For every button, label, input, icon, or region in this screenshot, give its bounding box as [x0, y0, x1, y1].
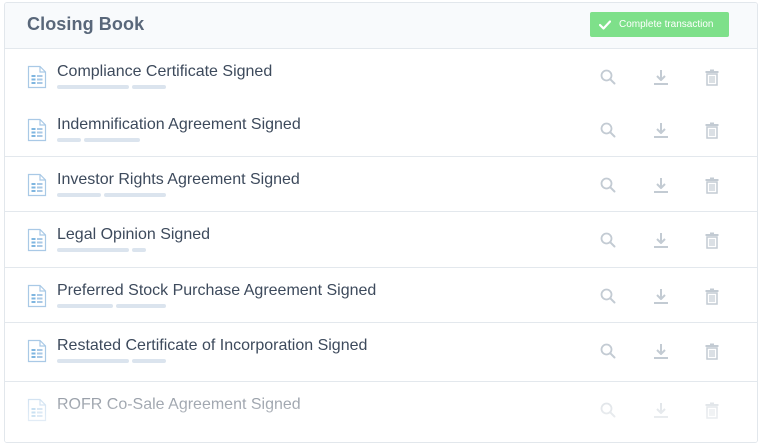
trash-icon[interactable] [702, 341, 722, 361]
document-icon [27, 398, 47, 427]
trash-icon[interactable] [702, 67, 722, 87]
preview-search-icon[interactable] [598, 230, 618, 250]
document-meta-placeholder [57, 85, 166, 89]
download-icon[interactable] [651, 286, 671, 306]
download-icon[interactable] [651, 120, 671, 140]
document-name[interactable]: Legal Opinion Signed [57, 226, 210, 244]
document-row[interactable]: Legal Opinion Signed [5, 213, 757, 268]
download-icon[interactable] [651, 400, 671, 420]
complete-transaction-button[interactable]: Complete transaction [590, 12, 729, 37]
document-row[interactable]: Compliance Certificate Signed [5, 50, 757, 104]
document-row[interactable]: ROFR Co-Sale Agreement Signed [5, 383, 757, 442]
document-icon [27, 228, 47, 257]
document-meta-placeholder [57, 248, 146, 252]
document-icon [27, 65, 47, 94]
document-name[interactable]: Preferred Stock Purchase Agreement Signe… [57, 282, 376, 300]
preview-search-icon[interactable] [598, 120, 618, 140]
trash-icon[interactable] [702, 120, 722, 140]
download-icon[interactable] [651, 175, 671, 195]
download-icon[interactable] [651, 341, 671, 361]
document-meta-placeholder [57, 193, 166, 197]
document-name[interactable]: Restated Certificate of Incorporation Si… [57, 337, 367, 355]
document-icon [27, 118, 47, 147]
document-meta-placeholder [57, 138, 140, 142]
preview-search-icon[interactable] [598, 286, 618, 306]
document-name[interactable]: Investor Rights Agreement Signed [57, 171, 300, 189]
preview-search-icon[interactable] [598, 400, 618, 420]
check-icon [599, 19, 611, 30]
trash-icon[interactable] [702, 230, 722, 250]
document-name[interactable]: Compliance Certificate Signed [57, 63, 272, 81]
document-row[interactable]: Preferred Stock Purchase Agreement Signe… [5, 269, 757, 323]
preview-search-icon[interactable] [598, 67, 618, 87]
closing-book-panel: Closing Book Complete transaction Compli… [4, 2, 758, 443]
complete-transaction-label: Complete transaction [619, 19, 714, 30]
document-meta-placeholder [57, 359, 166, 363]
download-icon[interactable] [651, 67, 671, 87]
document-meta-placeholder [57, 304, 166, 308]
document-icon [27, 173, 47, 202]
document-row[interactable]: Restated Certificate of Incorporation Si… [5, 324, 757, 382]
document-icon [27, 339, 47, 368]
preview-search-icon[interactable] [598, 175, 618, 195]
trash-icon[interactable] [702, 400, 722, 420]
document-row[interactable]: Investor Rights Agreement Signed [5, 158, 757, 212]
trash-icon[interactable] [702, 286, 722, 306]
page-title: Closing Book [27, 14, 145, 34]
preview-search-icon[interactable] [598, 341, 618, 361]
document-icon [27, 284, 47, 313]
document-row[interactable]: Indemnification Agreement Signed [5, 103, 757, 157]
document-name[interactable]: Indemnification Agreement Signed [57, 116, 301, 134]
document-name[interactable]: ROFR Co-Sale Agreement Signed [57, 396, 301, 414]
trash-icon[interactable] [702, 175, 722, 195]
download-icon[interactable] [651, 230, 671, 250]
panel-header: Closing Book Complete transaction [5, 3, 757, 49]
